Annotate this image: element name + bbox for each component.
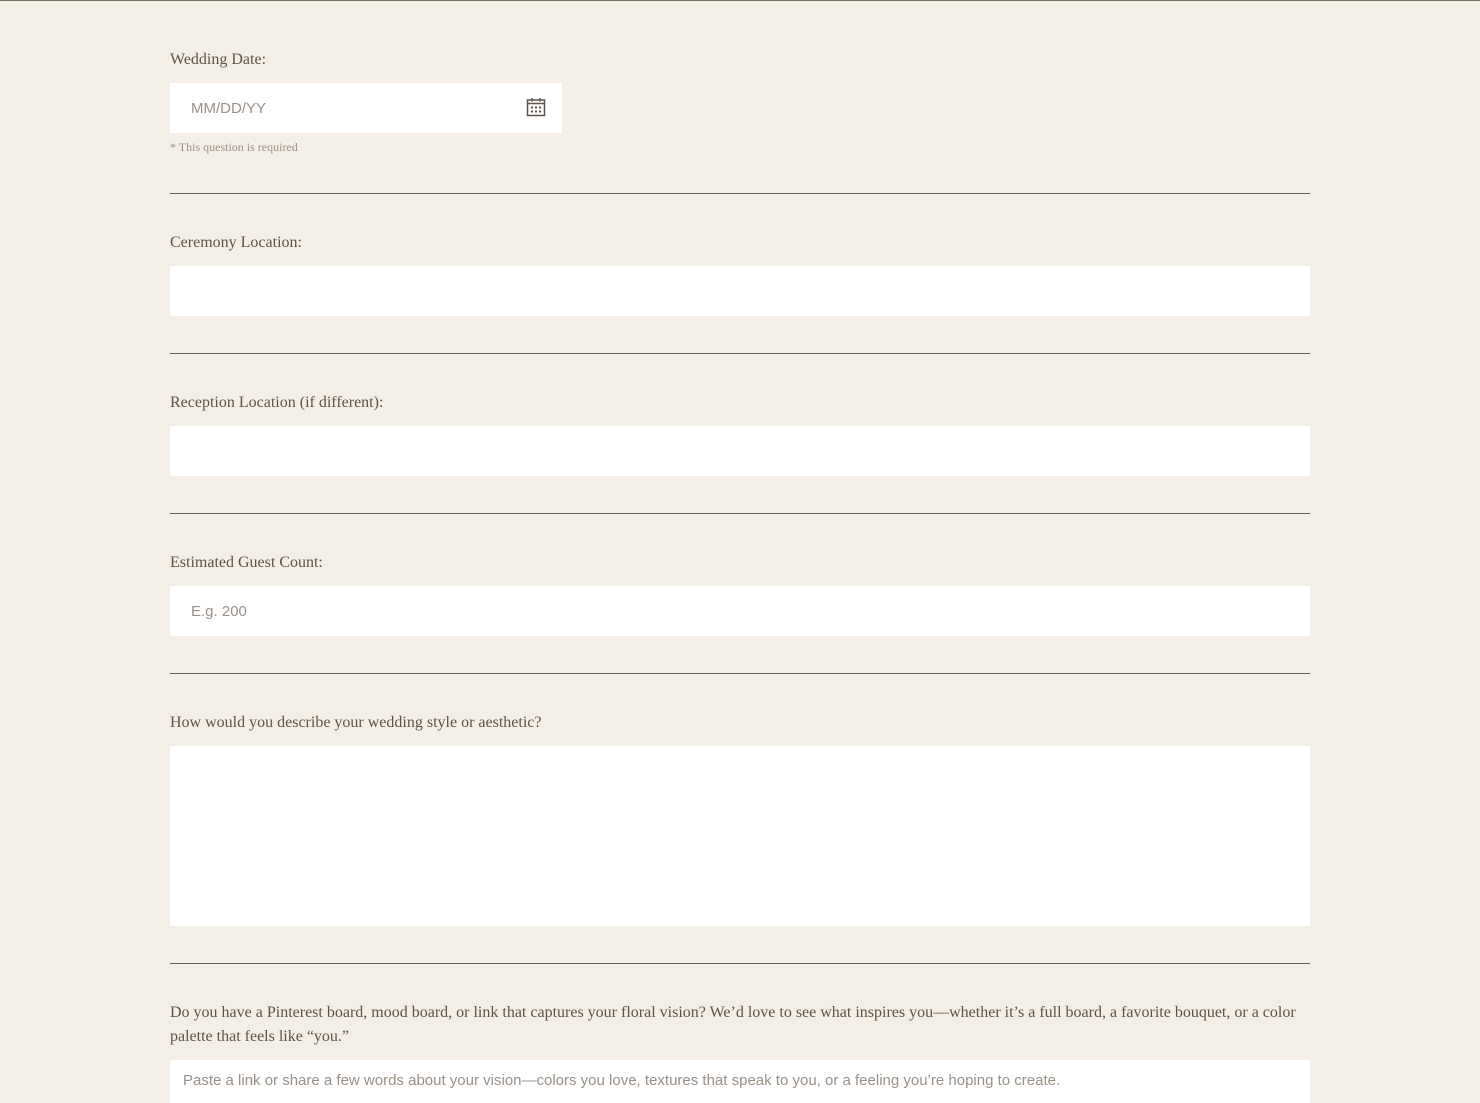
ceremony-location-label: Ceremony Location: [170, 234, 302, 251]
ceremony-location-input[interactable] [170, 266, 1310, 316]
inspiration-textarea[interactable]: Paste a link or share a few words about … [170, 1060, 1310, 1103]
inspiration-label: Do you have a Pinterest board, mood boar… [170, 1004, 1296, 1045]
divider [170, 193, 1310, 194]
reception-location-input[interactable] [170, 426, 1310, 476]
guest-count-placeholder: E.g. 200 [191, 602, 247, 620]
calendar-icon[interactable] [526, 97, 546, 117]
wedding-style-textarea[interactable] [170, 746, 1310, 926]
reception-location-label: Reception Location (if different): [170, 394, 384, 411]
divider [170, 673, 1310, 674]
guest-count-label: Estimated Guest Count: [170, 554, 323, 571]
wedding-style-label: How would you describe your wedding styl… [170, 714, 542, 731]
required-note: * This question is required [170, 140, 298, 154]
inspiration-placeholder: Paste a link or share a few words about … [183, 1072, 1061, 1089]
top-border [0, 0, 1480, 1]
wedding-date-label: Wedding Date: [170, 51, 267, 68]
wedding-date-input[interactable]: MM/DD/YY [170, 83, 562, 133]
wedding-date-placeholder: MM/DD/YY [191, 99, 266, 117]
divider [170, 513, 1310, 514]
divider [170, 353, 1310, 354]
divider [170, 963, 1310, 964]
guest-count-input[interactable]: E.g. 200 [170, 586, 1310, 636]
